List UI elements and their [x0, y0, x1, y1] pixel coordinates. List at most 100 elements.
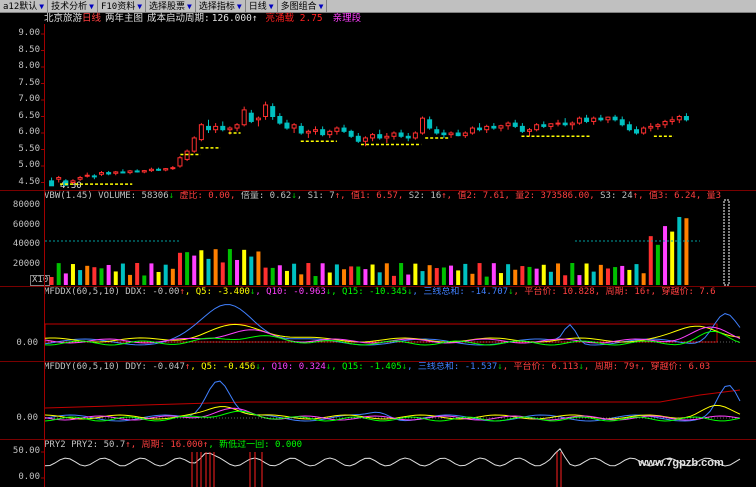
- candle-body: [248, 112, 254, 122]
- candle-body: [370, 134, 376, 139]
- volume-bar: [634, 264, 639, 285]
- volume-bar: [320, 263, 325, 285]
- candle-body: [91, 175, 97, 178]
- candle-body: [127, 170, 133, 174]
- ddy-sum-line: [44, 380, 741, 422]
- volume-bar: [284, 270, 289, 285]
- candle-body: [106, 172, 112, 175]
- candle-body: [84, 174, 90, 177]
- candle-body: [163, 168, 169, 171]
- candle-body: [655, 124, 661, 127]
- volume-bar: [655, 244, 660, 285]
- candle-body: [77, 177, 83, 180]
- volume-bar: [441, 267, 446, 285]
- volume-bar: [85, 265, 90, 285]
- volume-bar: [534, 268, 539, 285]
- ddy-platform-line: [44, 389, 741, 409]
- volume-bar: [199, 250, 204, 285]
- volume-bar: [277, 265, 282, 285]
- volume-bar: [142, 275, 147, 285]
- candle-body: [448, 132, 454, 136]
- candle-body: [141, 170, 147, 173]
- candle-body: [298, 125, 304, 134]
- candle-body: [270, 106, 276, 117]
- candle-body: [548, 123, 554, 127]
- volume-bar: [684, 218, 689, 285]
- volume-bar: [292, 263, 297, 285]
- volume-bar: [420, 271, 425, 285]
- volume-bar: [306, 263, 311, 285]
- volume-bar: [163, 264, 168, 285]
- volume-bar: [591, 271, 596, 285]
- volume-bar: [527, 266, 532, 285]
- volume-bar: [399, 263, 404, 285]
- candle-body: [227, 127, 233, 131]
- volume-bar: [570, 263, 575, 285]
- candle-body: [648, 125, 654, 129]
- candle-body: [206, 125, 211, 131]
- candle-body: [156, 168, 162, 171]
- watermark: www.7gpzb.com: [638, 457, 724, 469]
- candle-body: [348, 130, 354, 137]
- candle-body: [241, 109, 247, 126]
- volume-bar: [106, 264, 111, 285]
- candle-body: [527, 129, 532, 132]
- volume-bar: [584, 263, 589, 285]
- candle-body: [569, 122, 575, 126]
- candle-body: [455, 132, 461, 137]
- volume-bar: [620, 265, 625, 285]
- candle-body: [484, 125, 490, 131]
- volume-bar: [491, 263, 496, 285]
- candle-body: [170, 167, 176, 170]
- candle-body: [562, 122, 568, 126]
- candle-body: [498, 125, 504, 129]
- candle-body: [598, 117, 604, 121]
- pry-line: [44, 448, 741, 467]
- candle-body: [56, 177, 62, 180]
- volume-bar: [605, 268, 610, 285]
- volume-bar: [342, 269, 347, 285]
- candle-body: [519, 125, 525, 132]
- volume-bar: [56, 263, 61, 285]
- volume-bar: [513, 269, 518, 285]
- volume-bar: [413, 263, 418, 285]
- volume-bar: [484, 276, 489, 285]
- volume-bar: [220, 262, 225, 285]
- volume-bar: [327, 272, 332, 285]
- volume-bar: [363, 269, 368, 285]
- candle-body: [341, 127, 347, 132]
- candle-body: [327, 130, 333, 136]
- volume-bar: [613, 267, 618, 285]
- volume-bar: [541, 264, 546, 285]
- volume-bar: [349, 266, 354, 285]
- candle-body: [676, 116, 682, 121]
- volume-bar: [156, 271, 161, 285]
- candle-body: [462, 132, 468, 137]
- candle-body: [441, 132, 447, 136]
- volume-bar: [120, 263, 125, 285]
- volume-bar: [356, 266, 361, 285]
- volume-bar: [313, 276, 318, 285]
- candle-body: [555, 122, 561, 125]
- candle-body: [220, 125, 226, 131]
- volume-bar: [556, 263, 561, 285]
- volume-bar: [49, 277, 54, 285]
- candle-body: [113, 171, 119, 174]
- volume-bar: [663, 226, 668, 285]
- ddx-platform-box: [44, 323, 718, 343]
- candle-body: [584, 117, 590, 122]
- volume-bar: [70, 264, 75, 285]
- volume-bar: [563, 275, 568, 285]
- candle-body: [384, 135, 390, 139]
- candle-body: [120, 171, 126, 174]
- volume-bar: [598, 264, 603, 285]
- volume-bar: [227, 249, 232, 285]
- volume-bar: [648, 236, 653, 285]
- volume-bar: [506, 264, 511, 285]
- candle-body: [505, 122, 511, 127]
- volume-bar: [185, 252, 190, 285]
- candle-body: [148, 168, 154, 172]
- candle-body: [669, 119, 675, 122]
- volume-bar: [135, 263, 140, 285]
- candle-body: [284, 122, 290, 129]
